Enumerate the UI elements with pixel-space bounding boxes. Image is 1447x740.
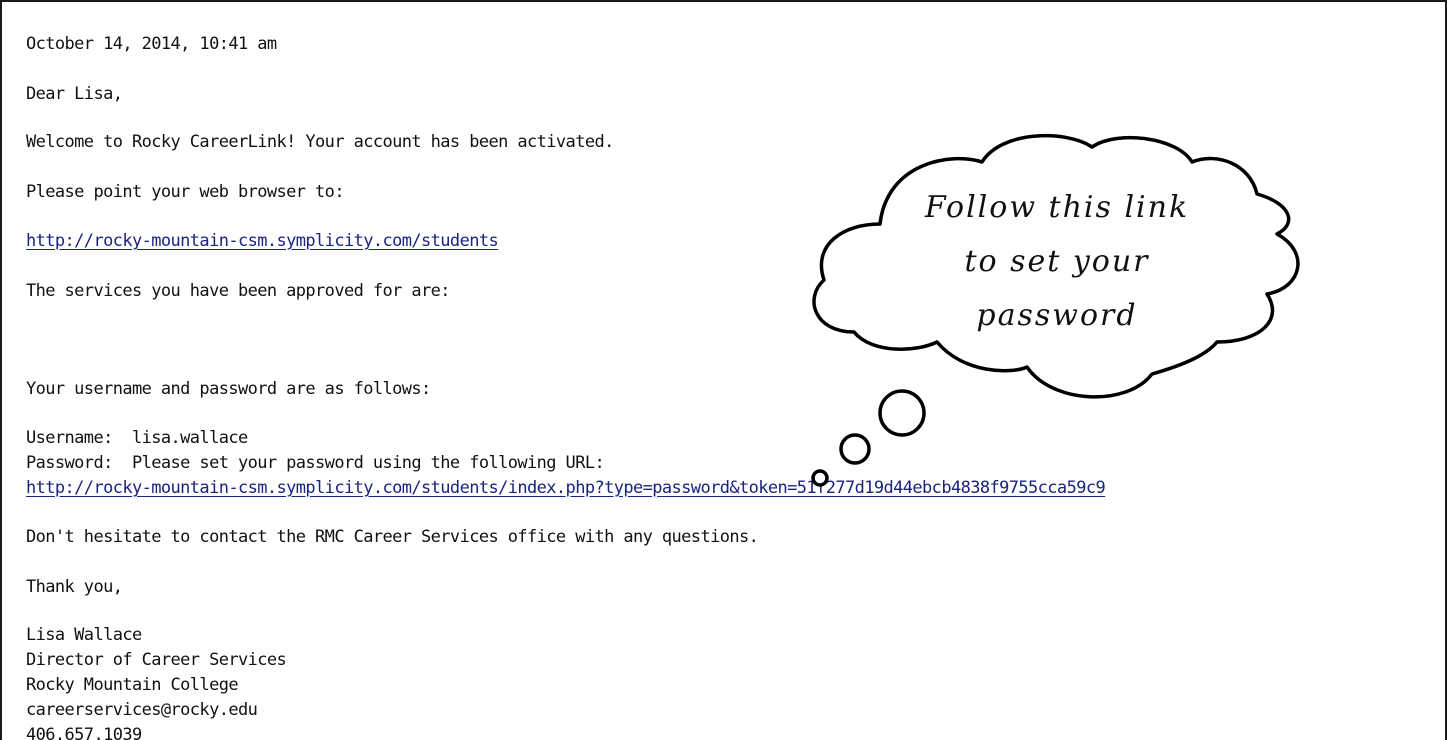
- thought-bubble-small: [811, 469, 829, 487]
- thought-cloud: [811, 133, 1300, 487]
- callout-line-3: password: [976, 298, 1138, 333]
- thought-bubble-large: [878, 389, 926, 437]
- callout-line-1: Follow this link: [924, 190, 1190, 225]
- callout-line-2: to set your: [964, 244, 1150, 279]
- email-viewer: October 14, 2014, 10:41 am Dear Lisa, We…: [0, 0, 1447, 740]
- thought-bubble-medium: [839, 433, 871, 465]
